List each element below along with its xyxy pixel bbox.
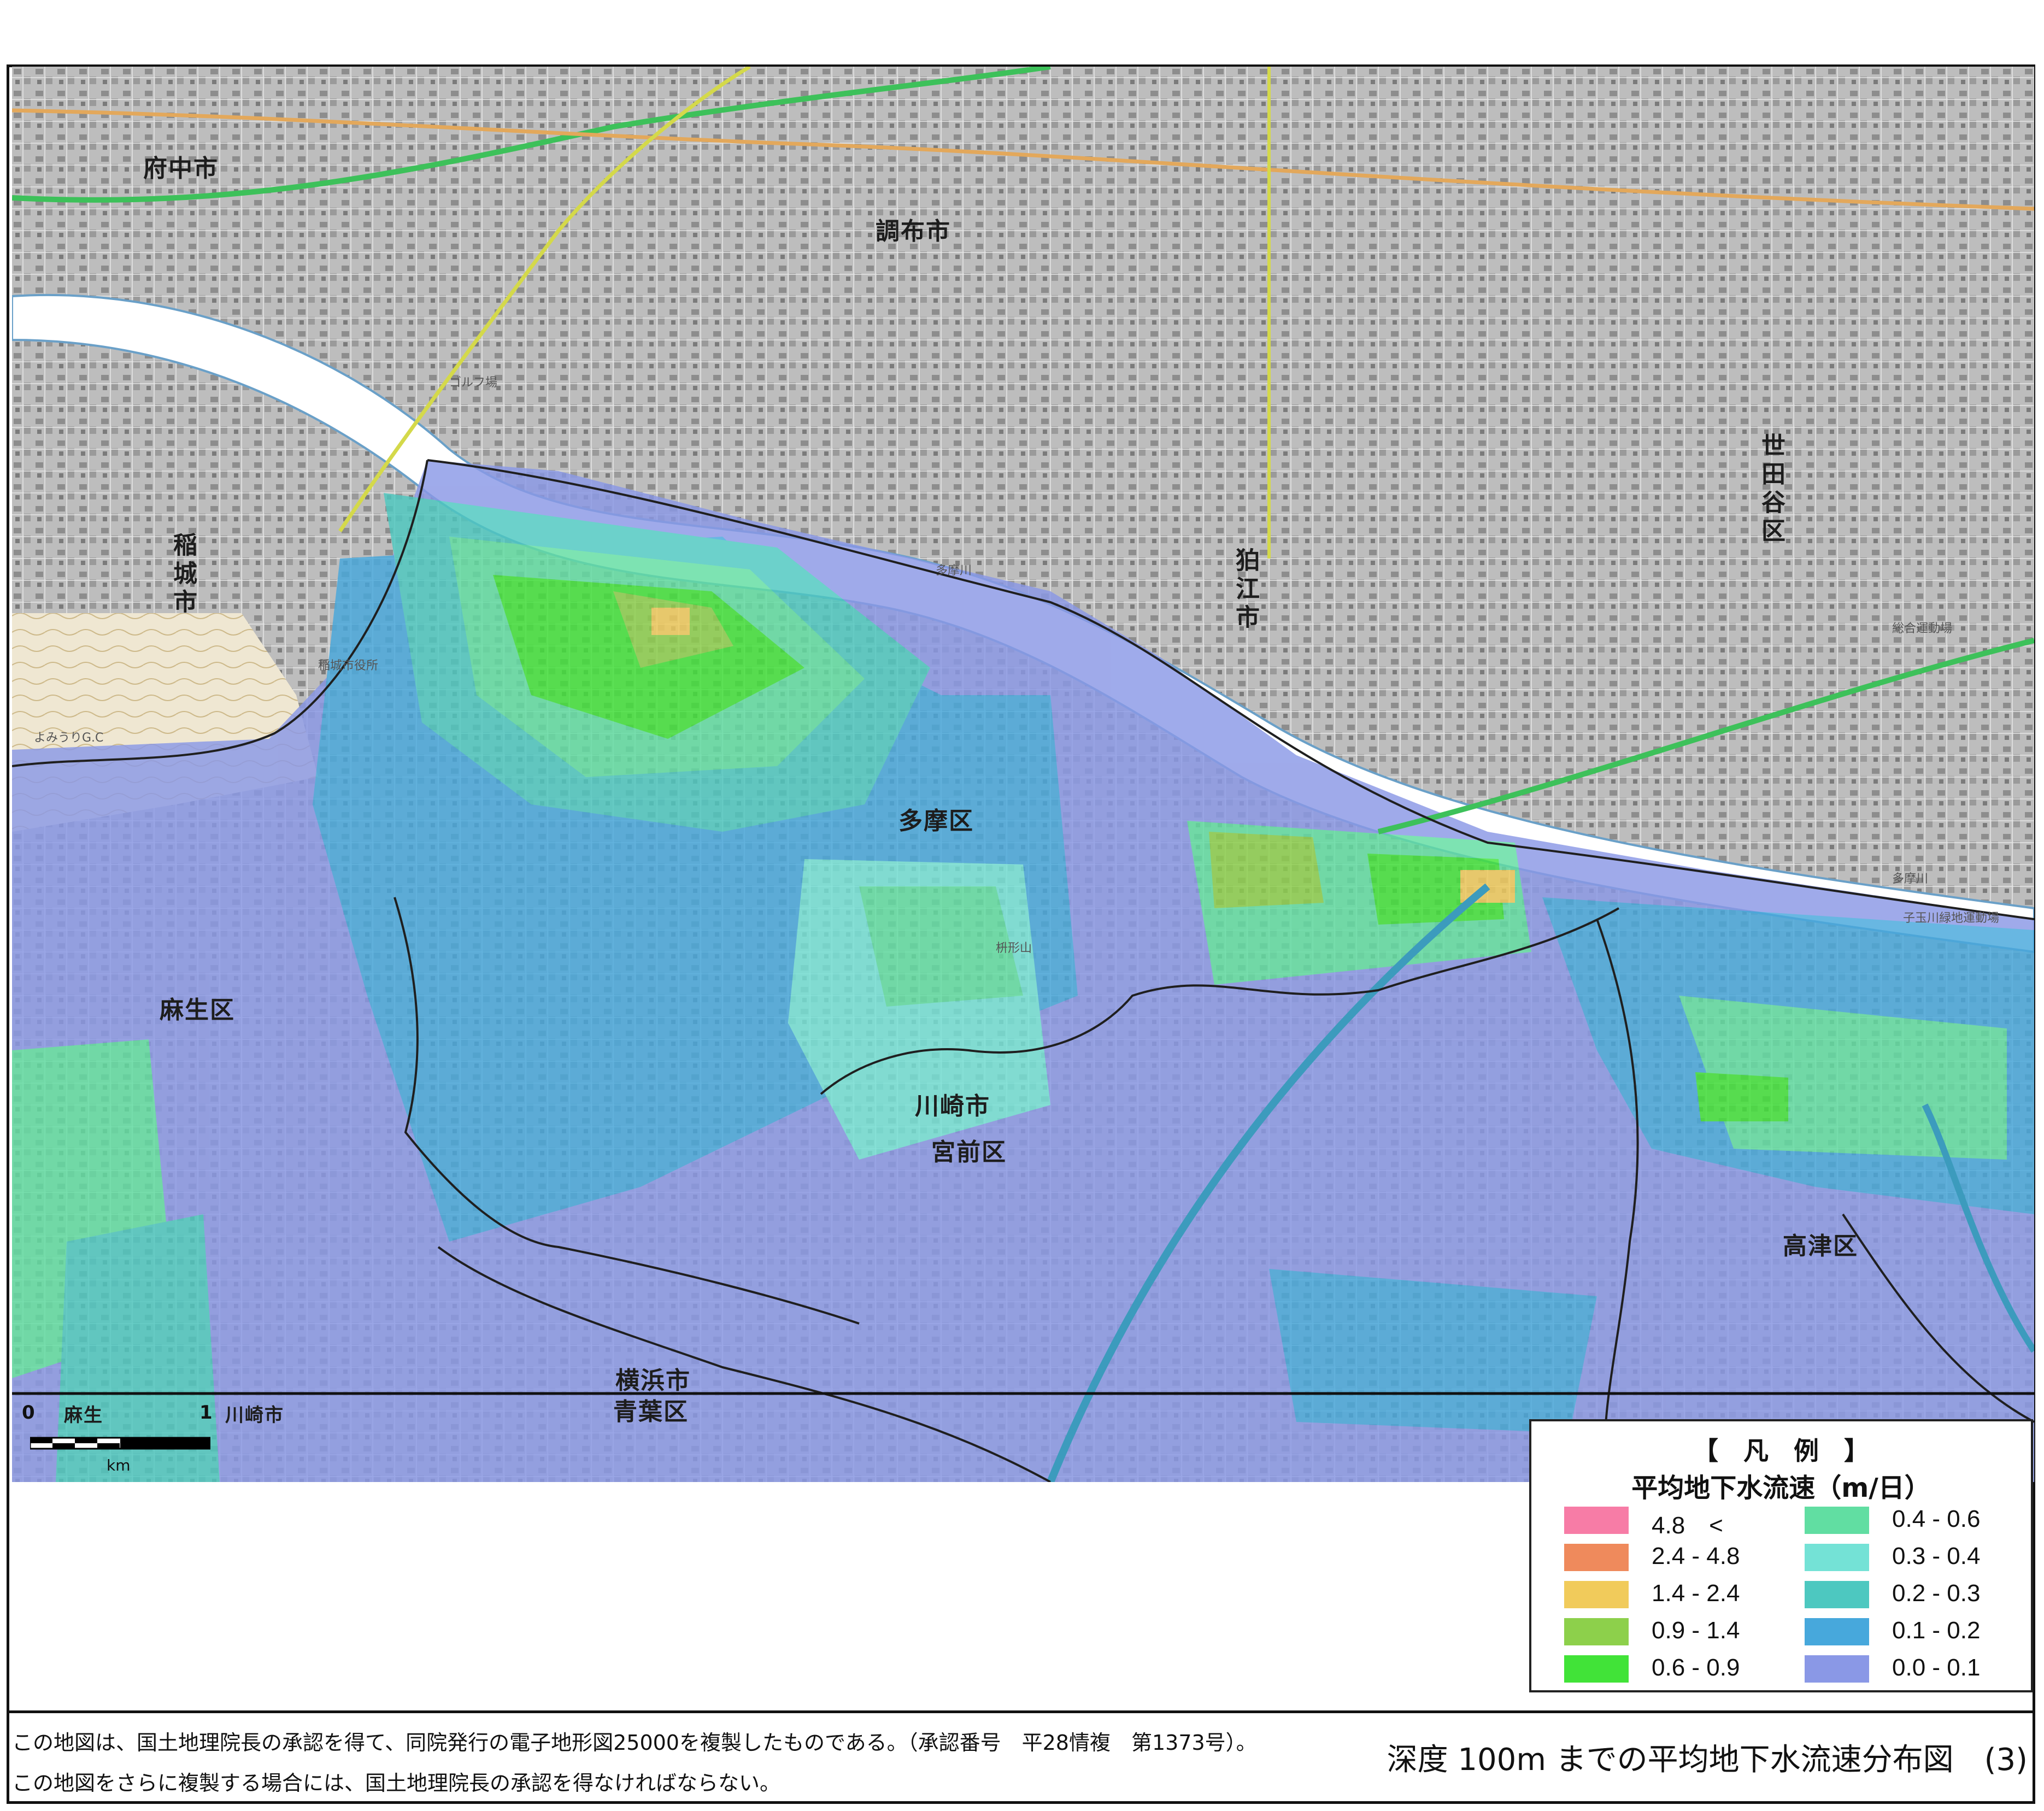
legend-swatch: [1564, 1655, 1629, 1683]
scale-one-label: 1: [199, 1402, 213, 1424]
figure-title: 深度 100m までの平均地下水流速分布図 (3): [1387, 1742, 2028, 1778]
map-area[interactable]: 府中市 調布市 世田谷区 狛江市 稲城市 多摩区 麻生区 川崎市 宮前区 高津区…: [12, 67, 2034, 1482]
legend-item: 0.9 - 1.4: [1564, 1614, 1783, 1648]
legend-item: 0.2 - 0.3: [1805, 1577, 2023, 1610]
map-canvas: [12, 67, 2034, 1482]
legend-item: 0.0 - 0.1: [1805, 1651, 2023, 1685]
label-golf-course: ゴルフ場: [449, 376, 498, 390]
legend-swatch: [1805, 1618, 1869, 1645]
label-komae-city: 狛江市: [1231, 548, 1259, 633]
label-tama-river-east: 多摩川: [1892, 872, 1929, 886]
label-kawasaki-city-sw: 川崎市: [225, 1404, 284, 1426]
copyright-note: この地図は、国土地理院長の承認を得て、同院発行の電子地形図25000を複製したも…: [12, 1731, 1257, 1755]
legend-swatch: [1805, 1581, 1869, 1608]
legend-item: 0.4 - 0.6: [1805, 1502, 2023, 1536]
legend-label: 0.3 - 0.4: [1892, 1543, 1981, 1569]
label-inagi-city: 稲城市: [169, 532, 197, 618]
legend-swatch: [1564, 1544, 1629, 1571]
scale-zero-label: 0: [22, 1402, 35, 1424]
label-aoba-ward: 青葉区: [613, 1398, 689, 1426]
legend-title: 【 凡 例 】: [1693, 1436, 1869, 1466]
label-miyamae-ward: 宮前区: [931, 1138, 1007, 1166]
label-setagaya-ward: 世田谷区: [1757, 433, 1785, 546]
label-takatsu-ward: 高津区: [1783, 1232, 1858, 1260]
legend-label: 0.6 - 0.9: [1652, 1654, 1740, 1681]
scale-bar: [30, 1437, 210, 1450]
legend-swatch: [1564, 1507, 1629, 1534]
legend-swatch: [1805, 1544, 1869, 1571]
legend-label: 0.0 - 0.1: [1892, 1654, 1981, 1681]
legend-label: 0.4 - 0.6: [1892, 1506, 1981, 1532]
label-masugata-yama: 枡形山: [996, 942, 1032, 955]
legend-label: 0.9 - 1.4: [1652, 1617, 1740, 1644]
legend-item: 1.4 - 2.4: [1564, 1577, 1783, 1610]
label-yokohama-city: 横浜市: [615, 1367, 691, 1395]
legend-item: 0.1 - 0.2: [1805, 1614, 2023, 1648]
label-fuchu-city: 府中市: [143, 155, 219, 183]
legend-item: 0.6 - 0.9: [1564, 1651, 1783, 1685]
label-kawasaki-city: 川崎市: [915, 1092, 990, 1120]
reproduction-note: この地図をさらに複製する場合には、国土地理院長の承認を得なければならない。: [12, 1771, 781, 1795]
legend-box: 【 凡 例 】 平均地下水流速（m/日） 4.8 < 2.4 - 4.8 1.4…: [1529, 1419, 2033, 1692]
label-chofu-city: 調布市: [876, 217, 951, 245]
legend-item: 4.8 <: [1564, 1502, 1783, 1539]
footer-divider: [7, 1710, 2035, 1713]
legend-label: 0.1 - 0.2: [1892, 1617, 1981, 1644]
label-asao-ward: 麻生区: [160, 996, 235, 1024]
legend-swatch: [1805, 1507, 1869, 1534]
label-yomiuri-gc: よみうりG.C: [34, 731, 104, 745]
label-tama-river: 多摩川: [936, 564, 972, 578]
legend-swatch: [1564, 1581, 1629, 1608]
legend-label: 0.2 - 0.3: [1892, 1580, 1981, 1607]
legend-label: 4.8 <: [1652, 1512, 1723, 1539]
label-asao-sw: 麻生: [64, 1404, 103, 1426]
label-futako-ground: 子玉川緑地運動場: [1903, 912, 2000, 925]
scale-unit-label: km: [107, 1456, 131, 1474]
legend-label: 2.4 - 4.8: [1652, 1543, 1740, 1569]
legend-swatch: [1564, 1618, 1629, 1645]
label-inagi-city-hall: 稲城市役所: [318, 659, 379, 673]
legend-item: 2.4 - 4.8: [1564, 1539, 1783, 1573]
label-sports-ground: 総合運動場: [1892, 622, 1953, 636]
legend-label: 1.4 - 2.4: [1652, 1580, 1740, 1607]
legend-item: 0.3 - 0.4: [1805, 1539, 2023, 1573]
legend-subtitle: 平均地下水流速（m/日）: [1631, 1473, 1931, 1503]
label-tama-ward: 多摩区: [898, 807, 974, 835]
legend-swatch: [1805, 1655, 1869, 1683]
